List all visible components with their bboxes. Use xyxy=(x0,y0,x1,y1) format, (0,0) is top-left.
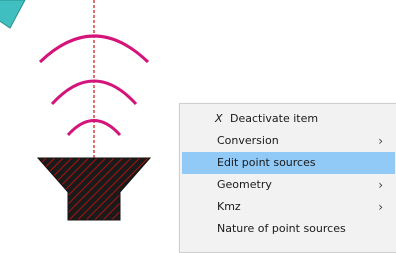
menu-item-label: Deactivate item xyxy=(230,112,319,125)
cyan-feature-shape[interactable] xyxy=(0,0,26,29)
signal-arc-outer xyxy=(38,34,150,64)
menu-item-label: Conversion xyxy=(217,134,279,147)
menu-item-edit-point-sources[interactable]: Edit point sources xyxy=(182,152,395,174)
menu-item-kmz[interactable]: Kmz › xyxy=(182,196,395,218)
point-source-base-symbol[interactable] xyxy=(36,157,152,221)
menu-item-label: Nature of point sources xyxy=(217,222,346,235)
chevron-right-icon: › xyxy=(378,134,383,148)
context-menu: X Deactivate item Conversion › Edit poin… xyxy=(179,103,396,253)
chevron-right-icon: › xyxy=(378,200,383,214)
deactivate-x-icon: X xyxy=(215,112,223,125)
menu-item-label: Kmz xyxy=(217,200,241,213)
menu-item-conversion[interactable]: Conversion › xyxy=(182,130,395,152)
menu-item-deactivate-item[interactable]: X Deactivate item xyxy=(182,108,395,130)
menu-item-label: Geometry xyxy=(217,178,272,191)
menu-item-label: Edit point sources xyxy=(217,156,316,169)
chevron-right-icon: › xyxy=(378,178,383,192)
menu-item-nature-of-point-sources[interactable]: Nature of point sources xyxy=(182,218,395,240)
menu-item-geometry[interactable]: Geometry › xyxy=(182,174,395,196)
